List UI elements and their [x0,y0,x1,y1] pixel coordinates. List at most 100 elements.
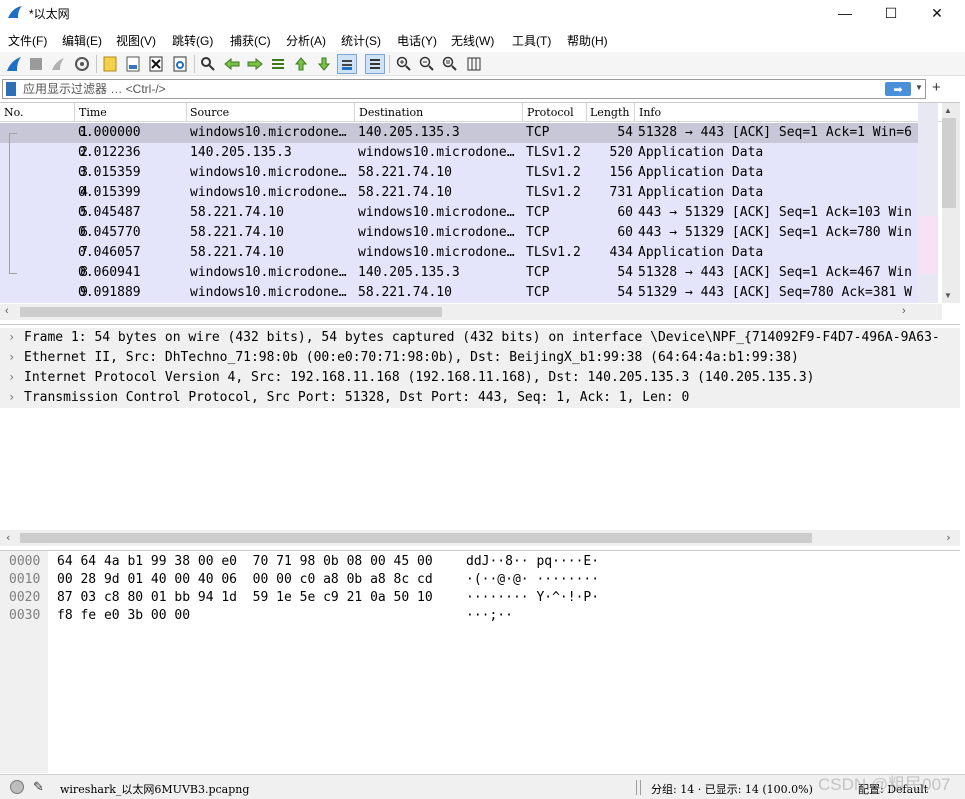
packet-row[interactable]: 6 0.045770 58.221.74.10 windows10.microdone… [0,223,918,243]
packet-list-vscroll-thumb[interactable] [942,118,956,208]
details-hscroll[interactable]: ‹ › [0,530,960,546]
byte-hex[interactable]: 00 28 9d 01 40 00 40 06 00 00 c0 a8 0b a… [57,572,433,587]
packet-row[interactable]: 8 0.060941 windows10.microdone… 140.205.135… [0,263,918,283]
go-back-icon[interactable] [222,54,242,74]
expand-arrow-icon[interactable]: › [8,390,15,404]
byte-ascii[interactable]: ddJ··8·· pq····E· [466,554,599,569]
close-button[interactable]: ✕ [914,0,960,26]
save-file-icon[interactable] [123,54,143,74]
capture-options-icon[interactable] [72,54,92,74]
byte-ascii[interactable]: ·(··@·@· ········ [466,572,599,587]
byte-hex[interactable]: 87 03 c8 80 01 bb 94 1d 59 1e 5e c9 21 0… [57,590,433,605]
bookmark-icon[interactable] [6,82,16,96]
packet-row[interactable]: 4 0.015399 windows10.microdone… 58.221.74.1… [0,183,918,203]
column-divider[interactable] [354,103,355,122]
minimize-icon: — [838,5,852,21]
detail-tree-item[interactable]: › Frame 1: 54 bytes on wire (432 bits), 5… [0,328,960,348]
scroll-right-icon[interactable]: › [902,305,906,317]
byte-ascii[interactable]: ···;·· [466,608,513,623]
column-header-no[interactable]: No. [4,106,24,119]
open-file-icon[interactable] [100,54,120,74]
cell-time: 0.012236 [78,145,141,160]
packet-row[interactable]: 5 0.045487 58.221.74.10 windows10.microdone… [0,203,918,223]
menu-capture[interactable]: 捕获(C) [230,32,271,49]
cell-source: 140.205.135.3 [190,145,292,160]
go-first-icon[interactable] [291,54,311,74]
zoom-normal-icon[interactable] [440,54,460,74]
column-header-source[interactable]: Source [190,106,229,119]
column-divider[interactable] [522,103,523,122]
stop-capture-icon[interactable] [26,54,46,74]
packet-row[interactable]: 1 0.000000 windows10.microdone… 140.205.135… [0,123,918,143]
zoom-out-icon[interactable] [417,54,437,74]
expand-arrow-icon[interactable]: › [8,330,15,344]
find-packet-icon[interactable] [198,54,218,74]
capture-comment-icon[interactable]: ✎ [33,779,44,795]
scroll-down-icon[interactable]: ▼ [944,291,952,300]
menu-file[interactable]: 文件(F) [8,32,47,49]
detail-tree-item[interactable]: › Internet Protocol Version 4, Src: 192.1… [0,368,960,388]
scroll-right-icon[interactable]: › [945,531,952,544]
byte-hex[interactable]: f8 fe e0 3b 00 00 [57,608,190,623]
scroll-up-icon[interactable]: ▲ [944,106,952,115]
add-filter-button[interactable]: + [932,79,941,96]
byte-hex[interactable]: 64 64 4a b1 99 38 00 e0 70 71 98 0b 08 0… [57,554,433,569]
shark-fin-start-icon[interactable] [4,54,24,74]
chevron-down-icon[interactable]: ▼ [915,83,923,92]
display-filter-input[interactable] [23,81,883,97]
packet-row[interactable]: 2 0.012236 140.205.135.3 windows10.microdon… [0,143,918,163]
menu-edit[interactable]: 编辑(E) [62,32,102,49]
expand-arrow-icon[interactable]: › [8,370,15,384]
apply-filter-button[interactable]: ➡ [885,82,911,96]
resize-columns-icon[interactable] [464,54,484,74]
menu-view[interactable]: 视图(V) [116,32,156,49]
menu-analyze[interactable]: 分析(A) [286,32,326,49]
detail-tree-item[interactable]: › Transmission Control Protocol, Src Port… [0,388,960,408]
packet-list-hscroll-thumb[interactable] [20,307,442,317]
reload-file-icon[interactable] [170,54,190,74]
column-header-length[interactable]: Length [590,106,629,119]
maximize-button[interactable]: ☐ [868,0,914,26]
cell-no: 5 [80,205,88,220]
packet-list-hscroll[interactable]: ‹ › [0,304,942,320]
cell-source: windows10.microdone… [190,185,347,200]
expert-info-icon[interactable] [10,780,24,794]
byte-ascii[interactable]: ········ Y·^·!·P· [466,590,599,605]
column-divider[interactable] [74,103,75,122]
column-header-info[interactable]: Info [639,106,661,119]
packet-row[interactable]: 9 0.091889 windows10.microdone… 58.221.74.1… [0,283,918,303]
column-header-time[interactable]: Time [79,106,107,119]
cell-info: 443 → 51329 [ACK] Seq=1 Ack=103 Win [638,205,912,220]
column-header-protocol[interactable]: Protocol [527,106,574,119]
detail-tree-item[interactable]: › Ethernet II, Src: DhTechno_71:98:0b (00… [0,348,960,368]
menu-telephony[interactable]: 电话(Y) [397,32,437,49]
zoom-in-icon[interactable] [394,54,414,74]
menu-tools[interactable]: 工具(T) [512,32,551,49]
go-forward-icon[interactable] [245,54,265,74]
go-to-packet-icon[interactable] [268,54,288,74]
cell-protocol: TLSv1.2 [526,145,581,160]
menu-go[interactable]: 跳转(G) [172,32,213,49]
expand-arrow-icon[interactable]: › [8,350,15,364]
scroll-left-icon[interactable]: ‹ [5,305,9,317]
restart-capture-icon[interactable] [48,54,68,74]
cell-time: 0.091889 [78,285,141,300]
colorize-icon[interactable] [365,54,385,74]
menu-help[interactable]: 帮助(H) [567,32,608,49]
display-filter-bar: ➡ ▼ + [0,79,965,99]
go-last-icon[interactable] [314,54,334,74]
cell-info: 51328 → 443 [ACK] Seq=1 Ack=1 Win=6 [638,125,912,140]
scroll-left-icon[interactable]: ‹ [5,531,12,544]
column-header-destination[interactable]: Destination [359,106,423,119]
close-file-icon[interactable] [146,54,166,74]
menu-statistics[interactable]: 统计(S) [341,32,381,49]
details-hscroll-thumb[interactable] [20,533,812,543]
auto-scroll-icon[interactable] [337,54,357,74]
column-divider[interactable] [634,103,635,122]
minimize-button[interactable]: — [822,0,868,26]
packet-row[interactable]: 3 0.015359 windows10.microdone… 58.221.74.1… [0,163,918,183]
column-divider[interactable] [186,103,187,122]
column-divider[interactable] [586,103,587,122]
menu-wireless[interactable]: 无线(W) [451,32,494,49]
packet-row[interactable]: 7 0.046057 58.221.74.10 windows10.microdone… [0,243,918,263]
